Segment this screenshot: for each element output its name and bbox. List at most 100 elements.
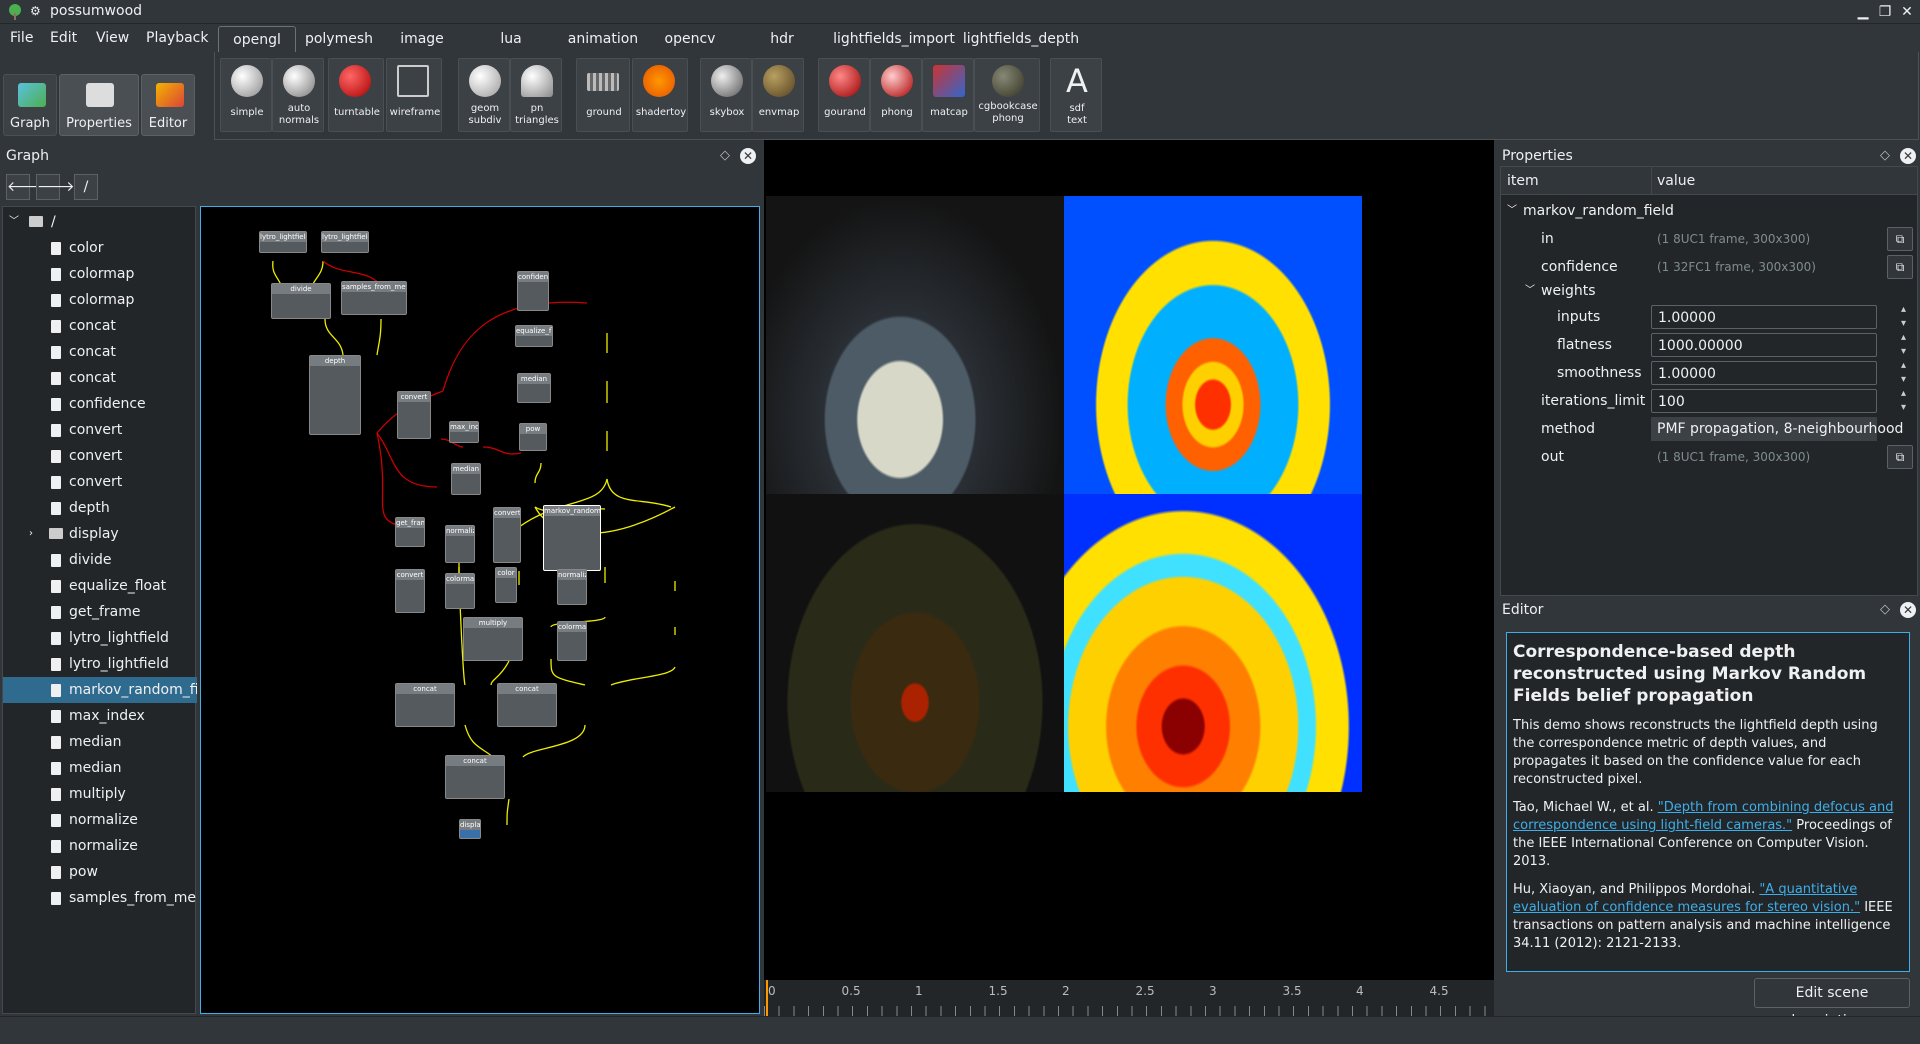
tab-opengl[interactable]: opengl <box>218 26 296 52</box>
tool-turntable[interactable]: turntable <box>328 58 384 132</box>
3d-viewport[interactable] <box>764 140 1494 980</box>
chevron-down-icon[interactable]: ﹀ <box>1507 197 1517 225</box>
tool-gourand[interactable]: gourand <box>818 58 870 132</box>
spinbox-arrows-icon[interactable]: ▴ ▾ <box>1901 387 1906 415</box>
graph-node[interactable]: color <box>495 567 517 603</box>
property-row[interactable]: flatness 1000.00000 ▴ ▾ <box>1501 331 1917 359</box>
close-icon[interactable]: ✕ <box>1896 2 1918 22</box>
graph-path[interactable]: / <box>74 174 98 200</box>
spinbox-arrows-icon[interactable]: ▴ ▾ <box>1901 359 1906 387</box>
tab-image[interactable]: image <box>380 26 464 52</box>
back-arrow-icon[interactable]: 🡐 <box>6 174 45 200</box>
tab-polymesh[interactable]: polymesh <box>298 26 380 52</box>
graph-node[interactable]: markov_random_field <box>543 505 601 571</box>
property-row[interactable]: iterations_limit 100 ▴ ▾ <box>1501 387 1917 415</box>
close-dock-icon[interactable]: ✕ <box>1900 602 1916 618</box>
numeric-spinbox[interactable]: 1000.00000 <box>1651 333 1877 357</box>
numeric-spinbox[interactable]: 1.00000 <box>1651 305 1877 329</box>
tool-phong[interactable]: phong <box>870 58 922 132</box>
graph-node[interactable]: convert <box>493 507 521 563</box>
timeline-slider[interactable]: 0 0.5 1 1.5 2 2.5 3 3.5 4 4.5 <box>764 980 1494 1016</box>
graph-node[interactable]: convert <box>397 391 431 439</box>
menu-playback[interactable]: Playback <box>146 30 208 46</box>
tree-item[interactable]: multiply <box>3 781 197 807</box>
tool-sdf-text[interactable]: Asdf text <box>1050 58 1102 132</box>
scene-description-view[interactable]: Correspondence-based depth reconstructed… <box>1506 632 1910 972</box>
graph-node[interactable]: multiply <box>463 617 523 661</box>
tool-geom-subdiv[interactable]: geom subdiv <box>458 58 510 132</box>
tab-lightfields-depth[interactable]: lightfields_depth <box>956 26 1086 52</box>
properties-dock-button[interactable]: Properties <box>59 74 139 136</box>
tool-skybox[interactable]: skybox <box>700 58 752 132</box>
forward-arrow-icon[interactable]: 🡒 <box>36 174 75 200</box>
tree-item[interactable]: concat <box>3 365 197 391</box>
tool-cgbookcase-phong[interactable]: cgbookcase phong <box>974 58 1040 132</box>
graph-node[interactable]: samples_from_metadata <box>341 281 407 315</box>
column-value[interactable]: value <box>1657 173 1695 189</box>
tool-pn-triangles[interactable]: pn triangles <box>510 58 562 132</box>
graph-node[interactable]: colormap <box>557 621 587 661</box>
tree-item[interactable]: colormap <box>3 261 197 287</box>
minimize-icon[interactable]: ▁ <box>1852 2 1874 22</box>
tree-item[interactable]: convert <box>3 443 197 469</box>
port-details-icon[interactable]: ⧉ <box>1887 445 1913 469</box>
graph-node[interactable]: median <box>517 373 551 403</box>
property-row[interactable]: method PMF propagation, 8-neighbourhood <box>1501 415 1917 443</box>
property-row[interactable]: out (1 8UC1 frame, 300x300) ⧉ <box>1501 443 1917 471</box>
tree-item[interactable]: divide <box>3 547 197 573</box>
pin-icon[interactable]: ⚙ <box>30 4 41 18</box>
maximize-icon[interactable]: ❐ <box>1874 2 1896 22</box>
tree-item[interactable]: samples_from_me... <box>3 885 197 911</box>
tree-item[interactable]: normalize <box>3 833 197 859</box>
graph-editor-canvas[interactable]: lytro_lightfield lytro_lightfield divide sa… <box>200 206 760 1014</box>
method-dropdown[interactable]: PMF propagation, 8-neighbourhood <box>1651 417 1903 441</box>
tree-item[interactable]: colormap <box>3 287 197 313</box>
float-icon[interactable]: ◇ <box>1880 144 1890 168</box>
tree-item[interactable]: median <box>3 729 197 755</box>
tree-item[interactable]: confidence <box>3 391 197 417</box>
menu-edit[interactable]: Edit <box>50 30 77 46</box>
graph-node[interactable]: divide <box>271 283 331 319</box>
chevron-down-icon[interactable]: ﹀ <box>9 209 19 235</box>
tool-simple[interactable]: simple <box>220 58 272 132</box>
graph-node[interactable]: lytro_lightfield <box>259 231 307 253</box>
float-icon[interactable]: ◇ <box>720 144 730 168</box>
tree-item[interactable]: concat <box>3 313 197 339</box>
chevron-down-icon[interactable]: ﹀ <box>1525 277 1535 305</box>
graph-node[interactable]: colormap <box>445 573 475 609</box>
menu-view[interactable]: View <box>96 30 129 46</box>
tab-animation[interactable]: animation <box>558 26 648 52</box>
property-row[interactable]: ﹀ weights <box>1501 277 1917 305</box>
close-dock-icon[interactable]: ✕ <box>740 148 756 164</box>
graph-node[interactable]: normalize <box>445 525 475 563</box>
graph-node[interactable]: confidence <box>517 271 549 311</box>
tool-ground[interactable]: ground <box>576 58 630 132</box>
spinbox-arrows-icon[interactable]: ▴ ▾ <box>1901 303 1906 331</box>
numeric-spinbox[interactable]: 100 <box>1651 389 1877 413</box>
edit-scene-description-button[interactable]: Edit scene description... <box>1754 978 1910 1029</box>
graph-node[interactable]: display <box>459 819 481 839</box>
column-item[interactable]: item <box>1507 173 1539 189</box>
chevron-right-icon[interactable]: › <box>29 521 33 547</box>
property-row[interactable]: in (1 8UC1 frame, 300x300) ⧉ <box>1501 225 1917 253</box>
spinbox-arrows-icon[interactable]: ▴ ▾ <box>1901 331 1906 359</box>
tab-opencv[interactable]: opencv <box>648 26 732 52</box>
graph-node[interactable]: normalize <box>557 569 587 605</box>
graph-node[interactable]: concat <box>445 755 505 799</box>
graph-node[interactable]: depth <box>309 355 361 435</box>
tree-item[interactable]: depth <box>3 495 197 521</box>
graph-node[interactable]: max_index <box>449 421 479 443</box>
property-row[interactable]: smoothness 1.00000 ▴ ▾ <box>1501 359 1917 387</box>
properties-tree[interactable]: item value ﹀ markov_random_field in (1 8U… <box>1500 166 1918 596</box>
tool-shadertoy[interactable]: shadertoy <box>632 58 688 132</box>
graph-node[interactable]: concat <box>497 683 557 727</box>
tree-item[interactable]: median <box>3 755 197 781</box>
graph-node[interactable]: median <box>451 463 481 495</box>
node-tree[interactable]: ﹀ / color colormap colormap concat concat con… <box>2 206 197 1014</box>
numeric-spinbox[interactable]: 1.00000 <box>1651 361 1877 385</box>
tree-item[interactable]: normalize <box>3 807 197 833</box>
tab-lua[interactable]: lua <box>464 26 558 52</box>
float-icon[interactable]: ◇ <box>1880 598 1890 622</box>
port-details-icon[interactable]: ⧉ <box>1887 255 1913 279</box>
menu-file[interactable]: File <box>10 30 33 46</box>
